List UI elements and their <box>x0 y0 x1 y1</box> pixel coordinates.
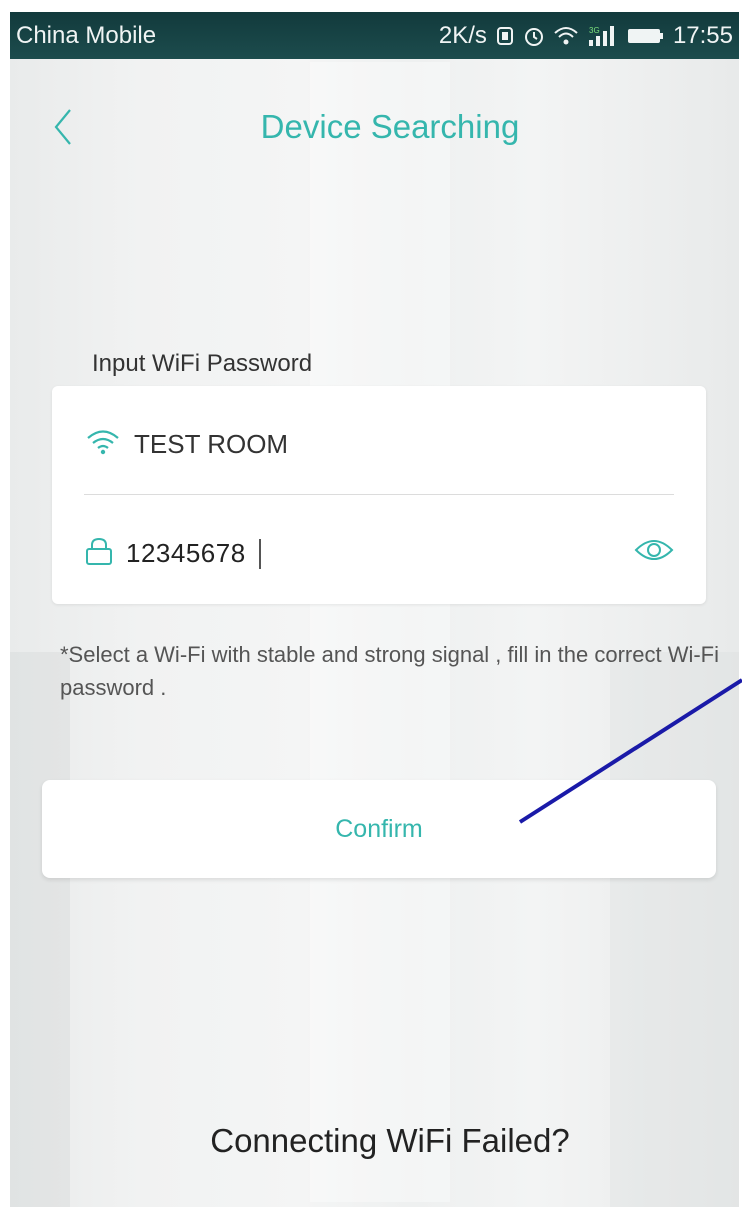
password-input[interactable]: 12345678 <box>126 538 246 569</box>
status-bar: China Mobile 2K/s 3G 17:55 <box>10 12 739 59</box>
ssid-name: TEST ROOM <box>134 429 289 459</box>
eye-icon[interactable] <box>634 536 674 569</box>
status-indicators: 2K/s 3G 17:55 <box>439 22 733 50</box>
app-screen: China Mobile 2K/s 3G 17:55 Device Search… <box>10 12 739 1207</box>
sync-icon <box>495 25 515 47</box>
alarm-icon <box>523 25 545 47</box>
wifi-icon <box>86 428 120 461</box>
page-title: Device Searching <box>260 108 520 145</box>
password-field[interactable]: 12345678 <box>84 536 261 571</box>
text-cursor <box>258 538 261 569</box>
background-decoration <box>310 62 450 1202</box>
cellular-signal-icon: 3G <box>587 24 619 48</box>
svg-text:3G: 3G <box>589 26 600 35</box>
wifi-credentials-card: TEST ROOM 12345678 <box>52 386 706 604</box>
divider <box>84 494 674 495</box>
ssid-row[interactable]: TEST ROOM <box>86 428 288 461</box>
carrier-name: China Mobile <box>16 22 157 49</box>
confirm-button[interactable]: Confirm <box>42 780 716 878</box>
clock-time: 17:55 <box>672 22 733 49</box>
wifi-status-icon <box>553 25 579 47</box>
network-speed: 2K/s <box>438 22 487 49</box>
hint-text: *Select a Wi-Fi with stable and strong s… <box>60 642 720 700</box>
lock-icon <box>84 536 114 571</box>
connecting-failed-link[interactable]: Connecting WiFi Failed? <box>10 1122 739 1160</box>
section-label: Input WiFi Password <box>92 350 313 377</box>
battery-icon <box>627 26 665 46</box>
